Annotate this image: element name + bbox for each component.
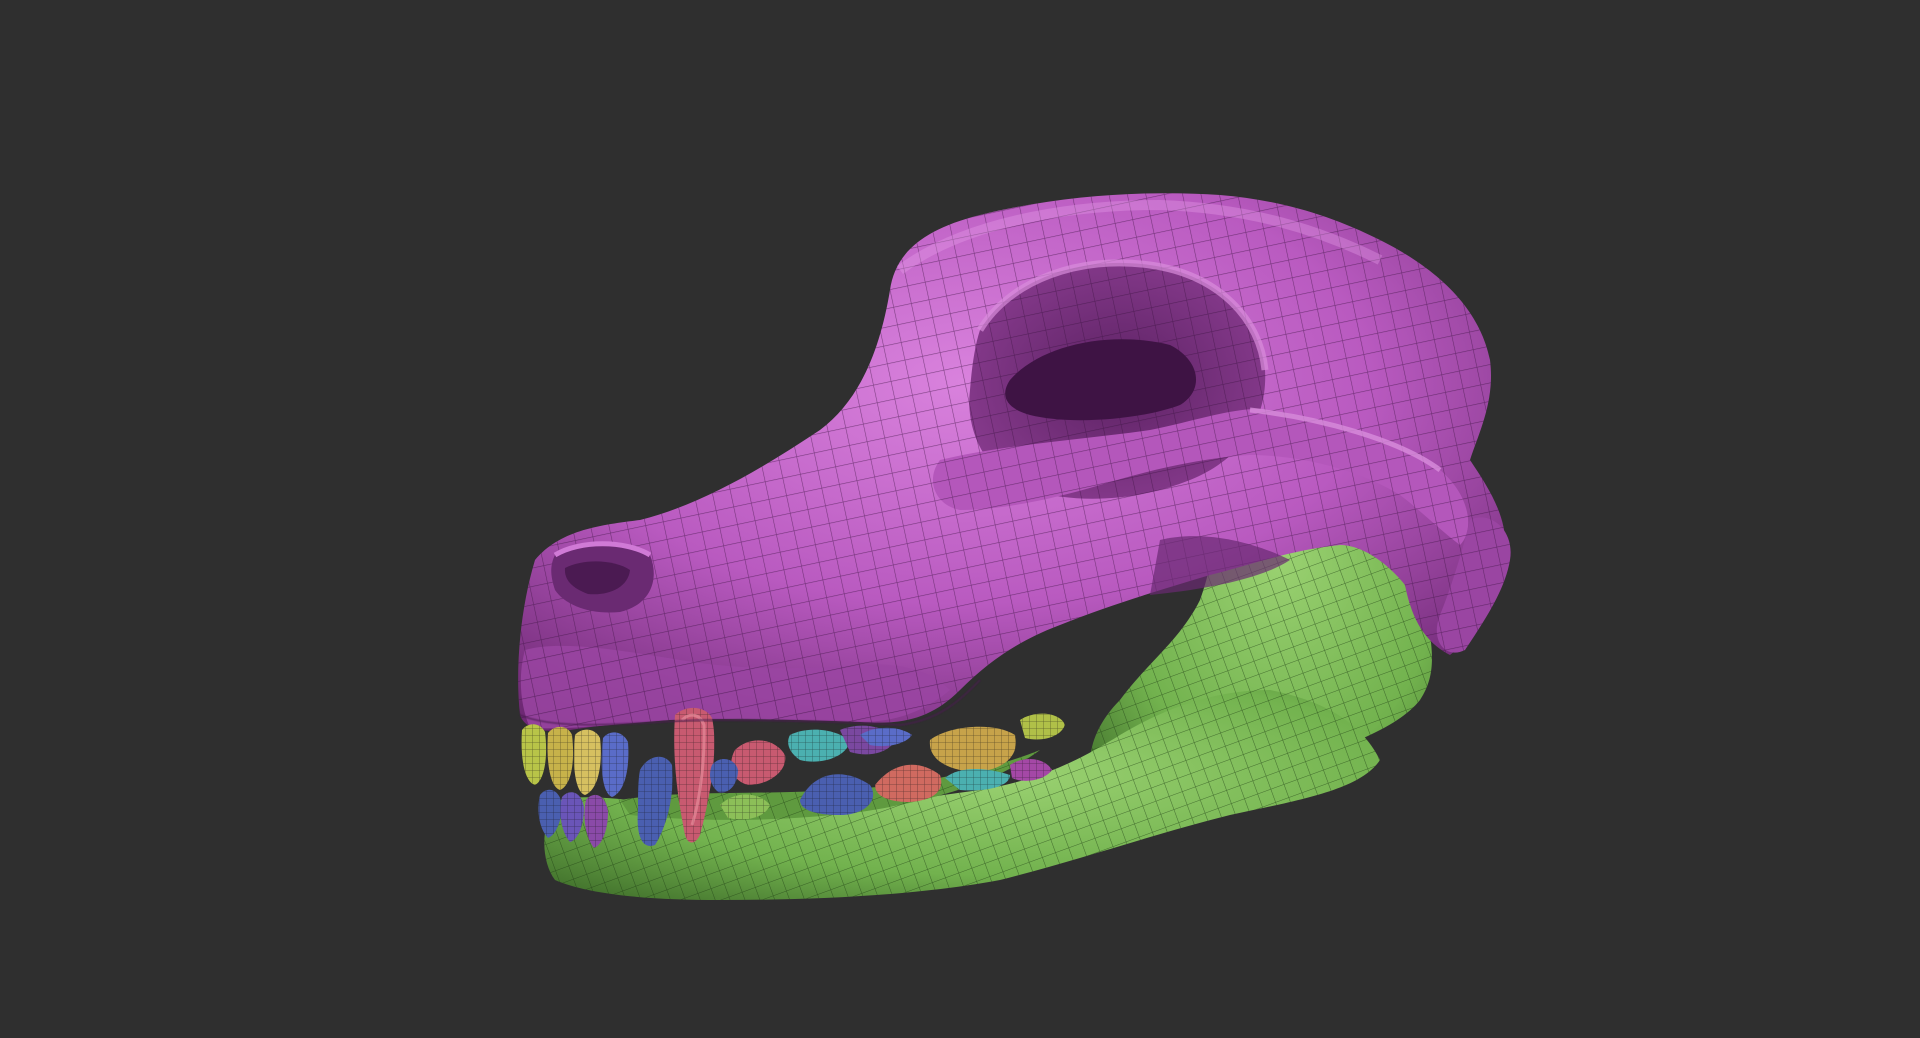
skull-render	[518, 193, 1511, 900]
viewport-canvas[interactable]	[0, 0, 1920, 1038]
